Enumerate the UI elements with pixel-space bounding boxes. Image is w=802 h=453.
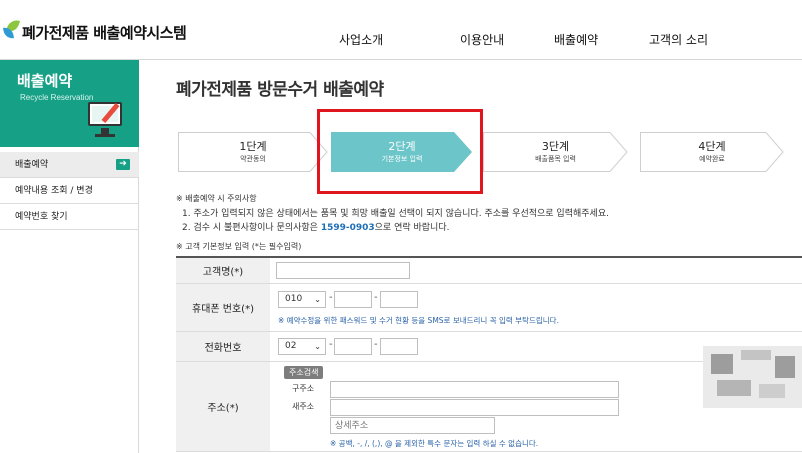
mobile-prefix-select[interactable]: 010 ⌄ xyxy=(278,291,326,308)
sidebar-item-label: 배출예약 xyxy=(15,160,49,170)
name-label: 고객명(*) xyxy=(176,258,270,283)
arrow-right-icon: ➔ xyxy=(116,159,130,170)
notice-line-2: 2. 검수 시 불편사항이나 문의사항은 1599-0903으로 연락 바랍니다… xyxy=(176,221,609,235)
sidebar-banner: 배출예약 Recycle Reservation xyxy=(0,60,139,147)
old-address-label: 구주소 xyxy=(292,384,315,393)
step-title: 4단계 xyxy=(698,140,726,153)
step-subtitle: 배출품목 입력 xyxy=(535,155,576,163)
step-subtitle: 예약완료 xyxy=(699,155,725,163)
chevron-down-icon: ⌄ xyxy=(314,295,321,304)
site-logo[interactable]: 폐가전제품 배출예약시스템 xyxy=(3,10,187,50)
mobile-last-input[interactable] xyxy=(380,291,418,308)
mobile-hint: ※ 예약수정을 위한 패스워드 및 수거 현황 등을 SMS로 보내드리니 꼭 … xyxy=(278,316,559,325)
step-3: 3단계 배출품목 입력 xyxy=(483,132,628,172)
step-4: 4단계 예약완료 xyxy=(640,132,784,172)
sidebar-item-find-number[interactable]: 예약번호 찾기 xyxy=(0,204,139,230)
leaf-logo-icon xyxy=(3,17,21,43)
new-address-input[interactable] xyxy=(330,399,619,416)
banner-subtitle: Recycle Reservation xyxy=(20,93,94,102)
notice-heading: ※ 배출예약 시 주의사항 xyxy=(176,194,257,203)
select-value: 02 xyxy=(285,341,297,351)
step-subtitle: 약관동의 xyxy=(240,155,266,163)
nav-item-about[interactable]: 사업소개 xyxy=(339,31,383,48)
address-hint: ※ 공백, -, /, (,), @ 을 제외한 특수 문자는 입력 하실 수 … xyxy=(330,439,539,448)
sidebar-item-lookup[interactable]: 예약내용 조회 / 변경 xyxy=(0,178,139,204)
nav-item-guide[interactable]: 이용안내 xyxy=(460,31,504,48)
form-heading: ※ 고객 기본정보 입력 (*는 필수입력) xyxy=(176,242,302,251)
address-label: 주소(*) xyxy=(176,362,270,451)
step-1: 1단계 약관동의 xyxy=(178,132,328,172)
logo-text: 폐가전제품 배출예약시스템 xyxy=(22,23,187,42)
mobile-label: 휴대폰 번호(*) xyxy=(176,284,270,331)
blurred-thumbnail xyxy=(703,346,802,408)
mobile-row: 휴대폰 번호(*) 010 ⌄ - - ※ 예약수정을 위한 패스워드 및 수거 … xyxy=(176,284,802,332)
site-header: 폐가전제품 배출예약시스템 사업소개 이용안내 배출예약 고객의 소리 xyxy=(0,0,802,60)
notice-text: 으로 연락 바랍니다. xyxy=(374,223,450,233)
step-title: 1단계 xyxy=(239,140,267,153)
notice-box: ※ 배출예약 시 주의사항 1. 주소가 입력되지 않은 상태에서는 품목 및 … xyxy=(176,193,609,235)
phone-prefix-select[interactable]: 02 ⌄ xyxy=(278,338,326,355)
select-value: 010 xyxy=(285,294,303,304)
sidebar-item-reservation[interactable]: 배출예약 ➔ xyxy=(0,152,139,178)
page-title: 폐가전제품 방문수거 배출예약 xyxy=(176,80,384,100)
banner-title: 배출예약 xyxy=(17,72,73,90)
sidebar-item-label: 예약내용 조회 / 변경 xyxy=(15,186,93,196)
notice-text: 2. 검수 시 불편사항이나 문의사항은 xyxy=(182,223,321,233)
nav-item-customer-voice[interactable]: 고객의 소리 xyxy=(649,31,708,48)
nav-item-reservation[interactable]: 배출예약 xyxy=(554,31,598,48)
notice-line-1: 1. 주소가 입력되지 않은 상태에서는 품목 및 희망 배출일 선택이 되지 … xyxy=(182,209,609,219)
detail-address-input[interactable] xyxy=(330,417,495,434)
phone-middle-input[interactable] xyxy=(334,338,372,355)
name-input[interactable] xyxy=(276,262,410,279)
old-address-input[interactable] xyxy=(330,381,619,398)
phone-number: 1599-0903 xyxy=(320,223,375,233)
sidebar: 배출예약 Recycle Reservation 배출예약 ➔ 예약내용 조회 … xyxy=(0,60,139,453)
name-row: 고객명(*) xyxy=(176,258,802,284)
highlight-annotation xyxy=(317,109,483,194)
sidebar-item-label: 예약번호 찾기 xyxy=(15,212,68,222)
phone-label: 전화번호 xyxy=(176,332,270,361)
phone-last-input[interactable] xyxy=(380,338,418,355)
mobile-middle-input[interactable] xyxy=(334,291,372,308)
sidebar-menu: 배출예약 ➔ 예약내용 조회 / 변경 예약번호 찾기 xyxy=(0,152,139,230)
chevron-down-icon: ⌄ xyxy=(314,342,321,351)
step-title: 3단계 xyxy=(541,140,570,153)
address-search-button[interactable]: 주소검색 xyxy=(284,366,324,379)
step-indicator: 1단계 약관동의 2단계 기본정보 입력 3단계 배출품목 입력 4단계 예약완… xyxy=(178,132,798,172)
new-address-label: 새주소 xyxy=(292,402,315,411)
